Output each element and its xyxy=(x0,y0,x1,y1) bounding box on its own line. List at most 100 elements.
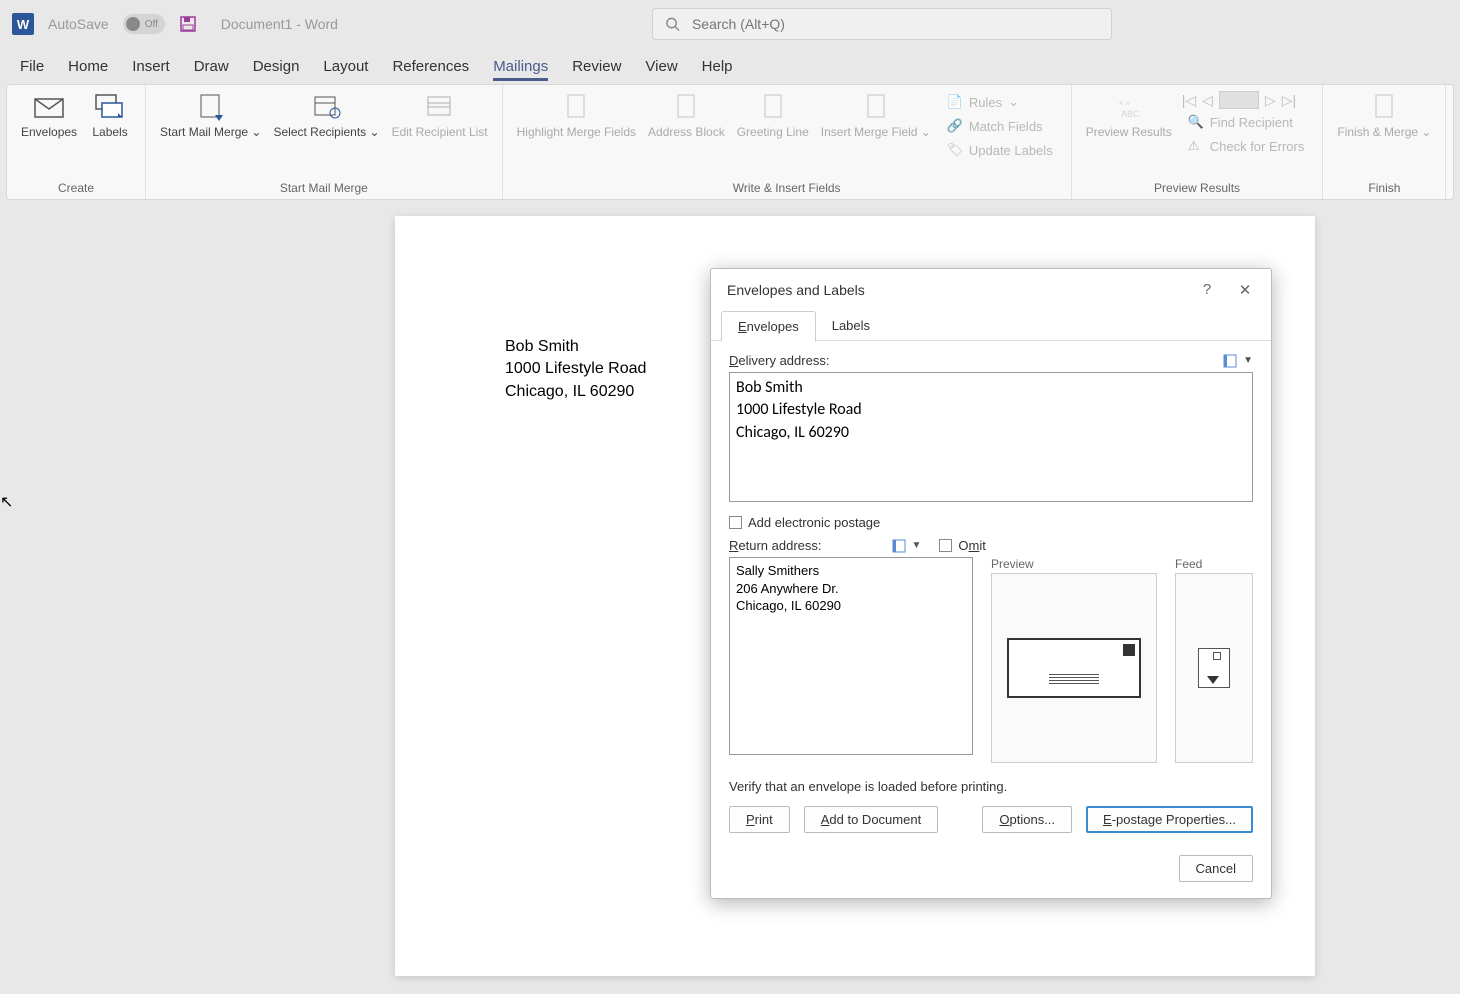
rules-button: 📄Rules ⌄ xyxy=(941,91,1059,113)
first-record-icon: |◁ xyxy=(1182,92,1196,109)
tab-design[interactable]: Design xyxy=(253,52,300,81)
select-recipients-button[interactable]: Select Recipients ⌄ xyxy=(267,89,385,175)
highlight-icon xyxy=(560,91,592,123)
svg-text:« »: « » xyxy=(1119,98,1131,107)
update-icon: 🏷 xyxy=(947,142,963,158)
mail-merge-icon xyxy=(195,91,227,123)
check-errors-button: ⚠Check for Errors xyxy=(1182,135,1311,157)
edit-list-icon xyxy=(424,91,456,123)
tab-review[interactable]: Review xyxy=(572,52,621,81)
toggle-knob-icon xyxy=(126,17,140,31)
finish-icon xyxy=(1368,91,1400,123)
tab-view[interactable]: View xyxy=(645,52,677,81)
electronic-postage-label: Add electronic postage xyxy=(748,515,880,530)
ribbon-group-write: Highlight Merge Fields Address Block Gre… xyxy=(503,85,1072,199)
greeting-line-button: Greeting Line xyxy=(731,89,815,175)
update-labels-button: 🏷Update Labels xyxy=(941,139,1059,161)
dialog-help-button[interactable]: ? xyxy=(1197,281,1217,299)
search-icon xyxy=(665,16,680,32)
ribbon-group-start: Start Mail Merge ⌄ Select Recipients ⌄ E… xyxy=(146,85,503,199)
address-book-icon xyxy=(1223,354,1239,368)
save-icon[interactable] xyxy=(179,15,197,33)
feed-label: Feed xyxy=(1175,557,1253,571)
epostage-properties-button[interactable]: E-postage Properties... xyxy=(1086,806,1253,833)
print-button[interactable]: Print xyxy=(729,806,790,833)
tab-mailings[interactable]: Mailings xyxy=(493,52,548,81)
return-address-book-button[interactable]: ▼ xyxy=(892,539,922,553)
envelopes-button[interactable]: Envelopes xyxy=(15,89,83,175)
start-mail-merge-button[interactable]: Start Mail Merge ⌄ xyxy=(154,89,267,175)
tab-labels[interactable]: Labels xyxy=(816,311,886,342)
address-block-icon xyxy=(670,91,702,123)
address-block-button: Address Block xyxy=(642,89,731,175)
app-icon: W xyxy=(12,13,34,35)
preview-icon: « »ABC xyxy=(1113,91,1145,123)
verify-text: Verify that an envelope is loaded before… xyxy=(729,779,1253,794)
dialog-titlebar: Envelopes and Labels ? ✕ xyxy=(711,269,1271,311)
next-record-icon: ▷ xyxy=(1265,92,1276,109)
address-book-icon xyxy=(892,539,908,553)
omit-checkbox[interactable] xyxy=(939,539,952,552)
match-icon: 🔗 xyxy=(947,118,963,134)
insert-field-icon xyxy=(860,91,892,123)
rules-icon: 📄 xyxy=(947,94,963,110)
ribbon: Envelopes Labels Create Start Mail Merge… xyxy=(6,84,1454,200)
check-icon: ⚠ xyxy=(1188,138,1204,154)
delivery-address-input[interactable] xyxy=(729,372,1253,502)
tab-file[interactable]: File xyxy=(20,52,44,81)
tab-home[interactable]: Home xyxy=(68,52,108,81)
return-address-label: Return address: xyxy=(729,538,822,553)
record-navigation: |◁ ◁ ▷ ▷| xyxy=(1182,91,1311,109)
ribbon-group-finish: Finish & Merge ⌄ Finish xyxy=(1323,85,1446,199)
delivery-address-label: Delivery address: xyxy=(729,353,829,368)
record-number-input xyxy=(1219,91,1259,109)
return-address-input[interactable] xyxy=(729,557,973,755)
envelopes-dialog: Envelopes and Labels ? ✕ Envelopes Label… xyxy=(710,268,1272,899)
dialog-close-button[interactable]: ✕ xyxy=(1235,281,1255,299)
feed-icon xyxy=(1198,648,1230,688)
options-button[interactable]: Options... xyxy=(982,806,1072,833)
cancel-button[interactable]: Cancel xyxy=(1179,855,1253,882)
dialog-tabs: Envelopes Labels xyxy=(711,311,1271,341)
prev-record-icon: ◁ xyxy=(1202,92,1213,109)
document-title: Document1 - Word xyxy=(221,16,338,32)
cursor-icon: ↖ xyxy=(0,492,13,512)
ribbon-group-preview: « »ABC Preview Results |◁ ◁ ▷ ▷| 🔍Find R… xyxy=(1072,85,1324,199)
autosave-label: AutoSave xyxy=(48,16,109,32)
edit-recipient-list-button: Edit Recipient List xyxy=(386,89,494,175)
add-to-document-button[interactable]: Add to Document xyxy=(804,806,938,833)
electronic-postage-checkbox[interactable] xyxy=(729,516,742,529)
last-record-icon: ▷| xyxy=(1282,92,1296,109)
labels-icon xyxy=(94,91,126,123)
preview-label: Preview xyxy=(991,557,1157,571)
insert-merge-field-button: Insert Merge Field ⌄ xyxy=(815,89,937,175)
tab-layout[interactable]: Layout xyxy=(323,52,368,81)
labels-button[interactable]: Labels xyxy=(83,89,137,175)
ribbon-group-create: Envelopes Labels Create xyxy=(7,85,146,199)
finish-merge-button: Finish & Merge ⌄ xyxy=(1331,89,1437,175)
envelope-preview-icon xyxy=(1007,638,1141,698)
greeting-icon xyxy=(757,91,789,123)
titlebar: W AutoSave Off Document1 - Word xyxy=(0,0,1460,48)
tab-insert[interactable]: Insert xyxy=(132,52,170,81)
envelope-preview-button[interactable] xyxy=(991,573,1157,763)
tab-references[interactable]: References xyxy=(392,52,469,81)
tab-help[interactable]: Help xyxy=(702,52,733,81)
recipients-icon xyxy=(311,91,343,123)
chevron-down-icon: ▼ xyxy=(912,540,922,551)
dialog-title: Envelopes and Labels xyxy=(727,282,865,298)
preview-results-button: « »ABC Preview Results xyxy=(1080,89,1178,175)
chevron-down-icon: ▼ xyxy=(1243,355,1253,366)
omit-label: Omit xyxy=(958,538,985,553)
find-recipient-button: 🔍Find Recipient xyxy=(1182,111,1311,133)
tab-draw[interactable]: Draw xyxy=(194,52,229,81)
tab-envelopes[interactable]: Envelopes xyxy=(721,311,816,342)
autosave-toggle[interactable]: Off xyxy=(123,14,165,34)
envelope-icon xyxy=(33,91,65,123)
search-input[interactable] xyxy=(692,16,1099,32)
find-icon: 🔍 xyxy=(1188,114,1204,130)
feed-preview-button[interactable] xyxy=(1175,573,1253,763)
match-fields-button: 🔗Match Fields xyxy=(941,115,1059,137)
address-book-button[interactable]: ▼ xyxy=(1223,354,1253,368)
search-box[interactable] xyxy=(652,8,1112,40)
